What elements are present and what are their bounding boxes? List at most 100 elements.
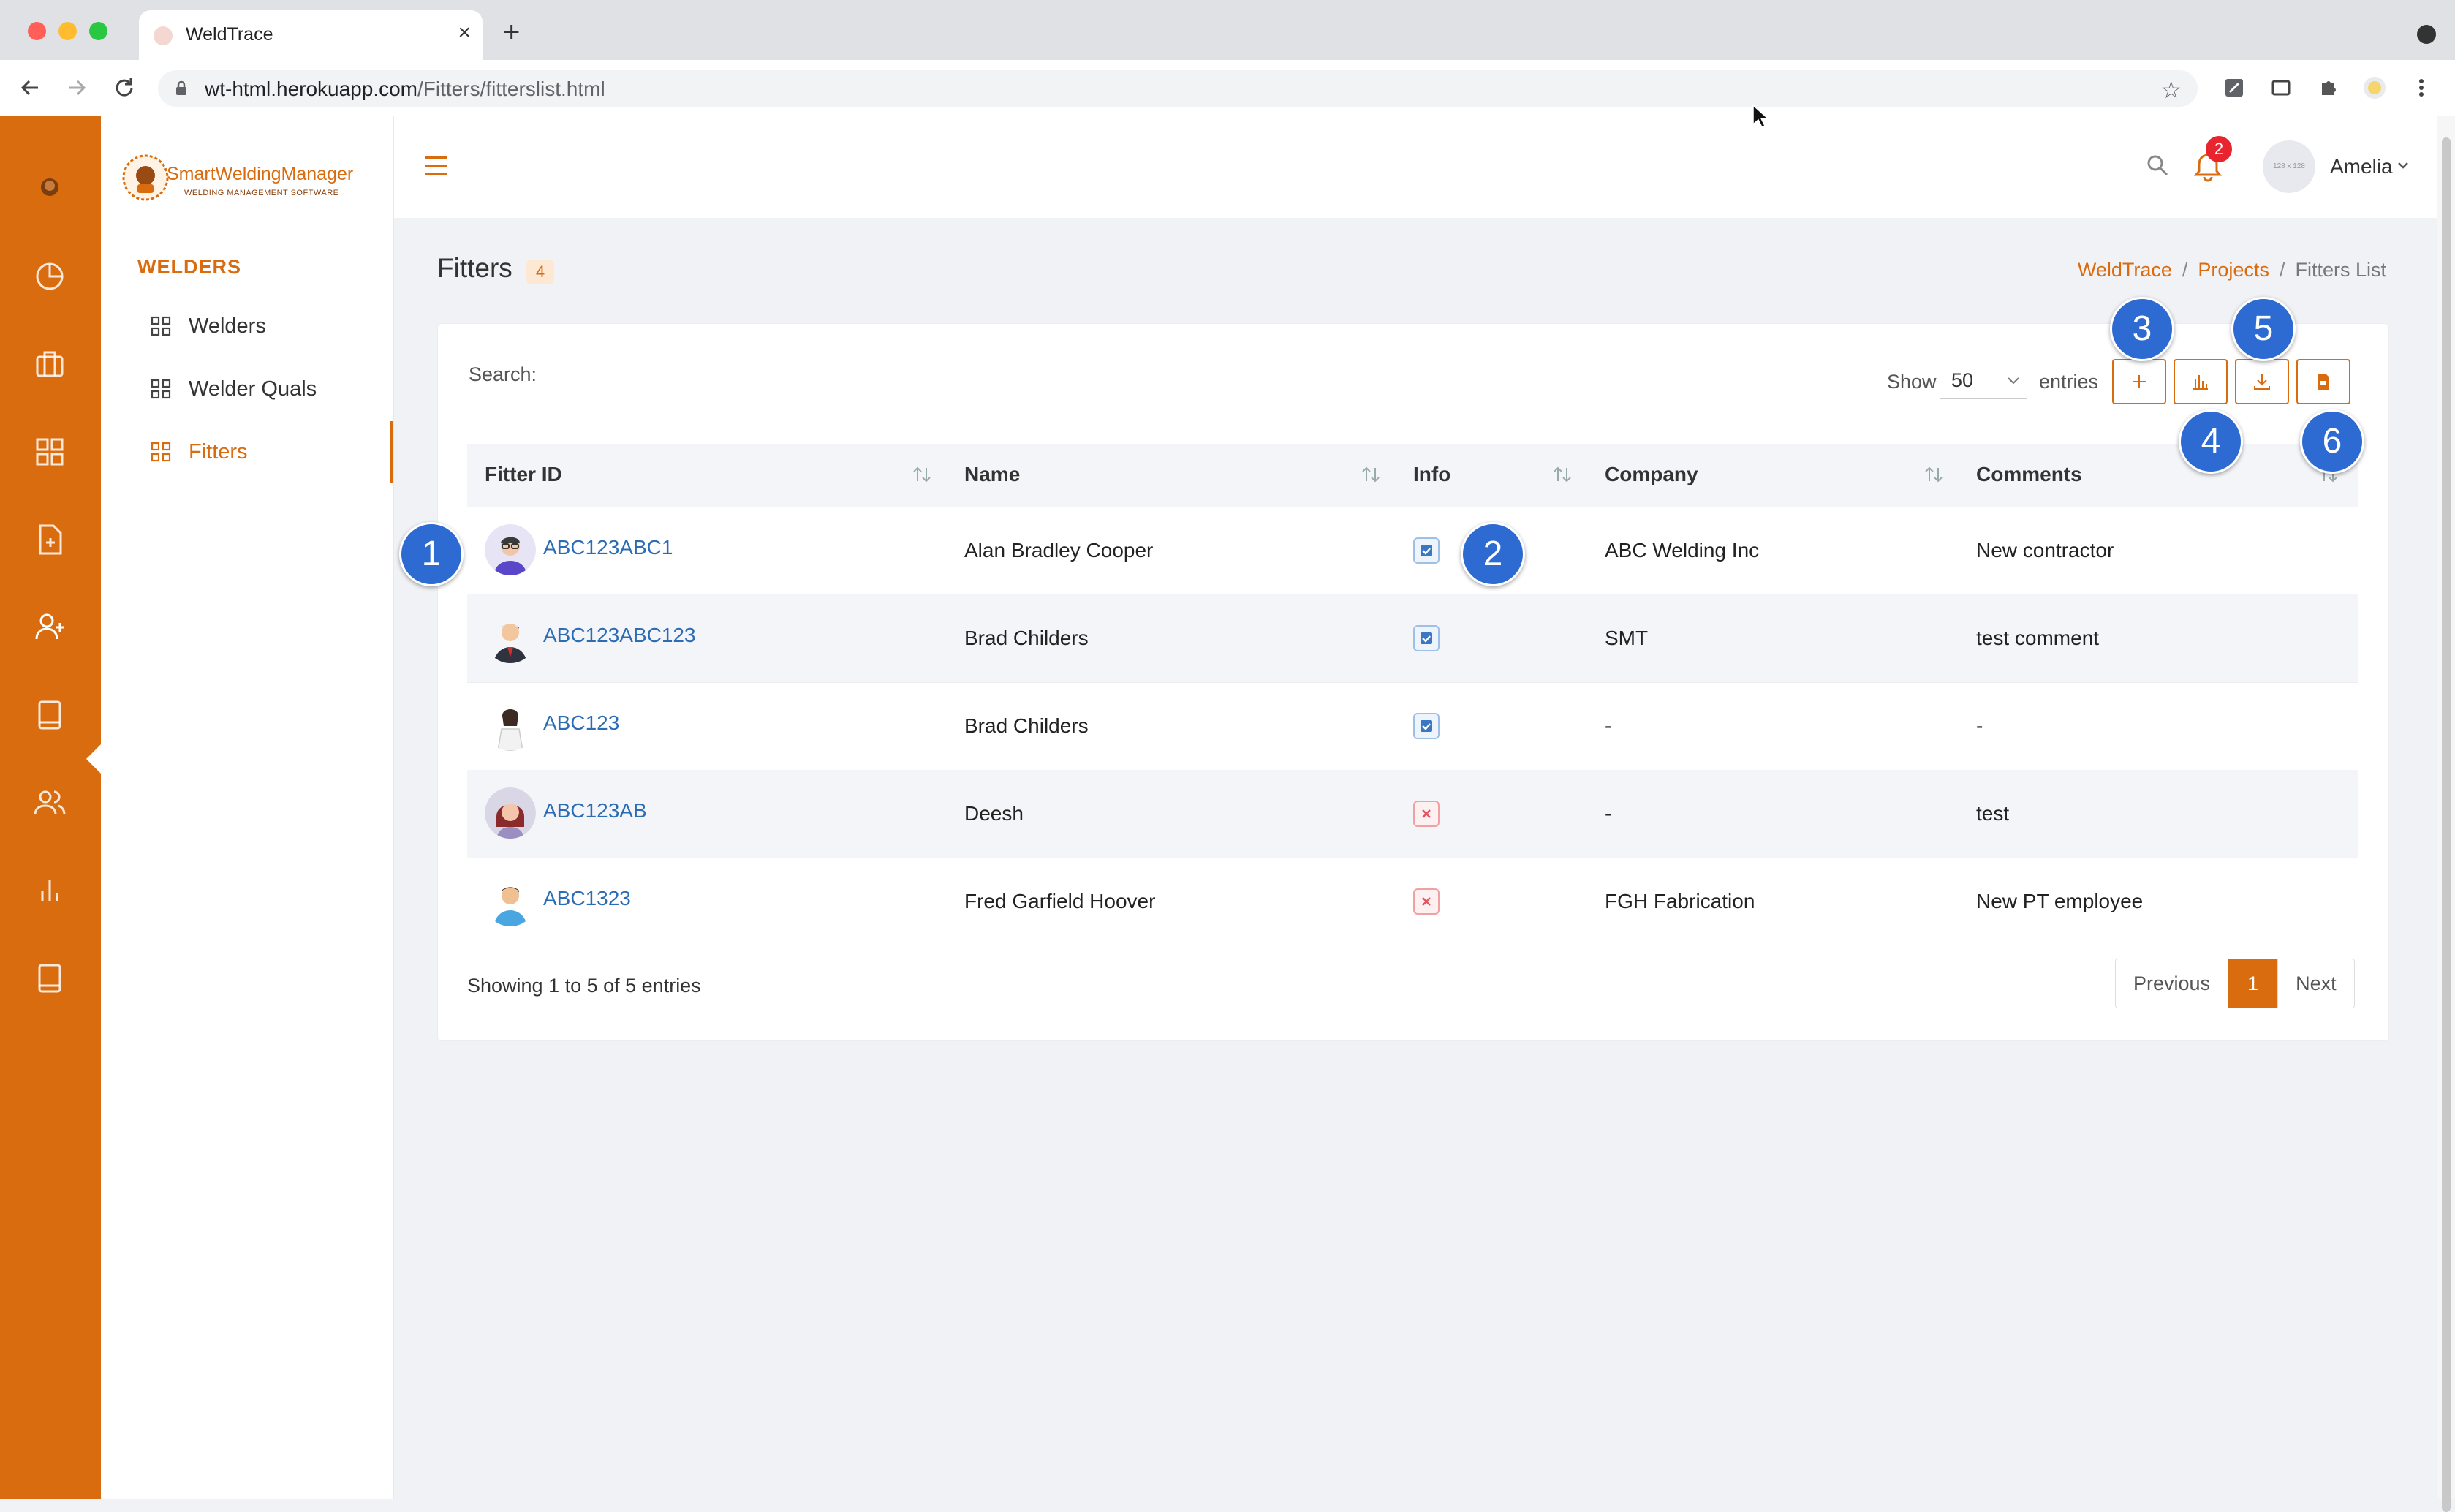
search-input[interactable] xyxy=(540,359,779,390)
fitter-id-link[interactable]: ABC123AB xyxy=(543,799,647,823)
brand-logo[interactable] xyxy=(121,154,170,202)
breadcrumb-projects[interactable]: Projects xyxy=(2198,259,2269,281)
profile-icon[interactable] xyxy=(2363,76,2386,99)
url-field[interactable]: wt-html.herokuapp.com/Fitters/fitterslis… xyxy=(158,70,2198,107)
checkbox-icon xyxy=(1421,720,1432,732)
entries-select[interactable]: 50 xyxy=(1940,362,2027,399)
search-icon[interactable] xyxy=(2146,154,2169,177)
hamburger-menu-icon[interactable] xyxy=(423,155,448,177)
user-add-icon[interactable] xyxy=(31,608,69,646)
column-header-company[interactable]: Company xyxy=(1605,463,1698,486)
document-add-icon[interactable] xyxy=(31,521,69,559)
tab-title: WeldTrace xyxy=(186,24,273,45)
address-bar: wt-html.herokuapp.com/Fitters/fitterslis… xyxy=(0,60,2455,116)
chevron-down-icon xyxy=(2008,377,2019,385)
puzzle-icon[interactable] xyxy=(2316,76,2339,99)
column-header-name[interactable]: Name xyxy=(964,463,1020,486)
reload-icon[interactable] xyxy=(110,73,139,102)
top-bar: 2 128 x 128 Amelia xyxy=(394,116,2455,218)
grid-icon xyxy=(151,442,171,462)
pagination-previous-button[interactable]: Previous xyxy=(2116,959,2229,1008)
comments: New contractor xyxy=(1976,539,2114,562)
avatar xyxy=(485,787,536,839)
info-checked-icon[interactable] xyxy=(1413,713,1440,739)
table-summary: Showing 1 to 5 of 5 entries xyxy=(467,975,701,997)
lock-icon xyxy=(176,80,186,95)
scrollbar-thumb[interactable] xyxy=(2442,137,2451,1512)
x-icon xyxy=(1422,809,1431,818)
new-tab-icon[interactable]: + xyxy=(503,18,520,47)
fitter-id-link[interactable]: ABC123ABC123 xyxy=(543,624,696,647)
sort-icon[interactable] xyxy=(1552,466,1573,483)
column-header-info[interactable]: Info xyxy=(1413,463,1450,486)
fitter-name: Brad Childers xyxy=(964,627,1089,649)
entries-label: entries xyxy=(2039,371,2099,393)
plus-icon xyxy=(2133,375,2146,388)
bookmark-star-icon[interactable]: ☆ xyxy=(2160,76,2182,104)
comments: New PT employee xyxy=(1976,890,2144,912)
sidebar-item-welders[interactable]: Welders xyxy=(101,295,393,357)
comments: test comment xyxy=(1976,627,2100,649)
pie-chart-icon[interactable] xyxy=(31,257,69,295)
avatar xyxy=(485,524,536,575)
pagination-next-button[interactable]: Next xyxy=(2278,959,2354,1008)
download-button[interactable] xyxy=(2235,359,2289,404)
page-scrollbar[interactable] xyxy=(2437,116,2455,1512)
pagination-page-button[interactable]: 1 xyxy=(2228,959,2279,1008)
sidebar-heading: WELDERS xyxy=(137,256,241,278)
sort-icon[interactable] xyxy=(1923,466,1944,483)
chevron-down-icon[interactable] xyxy=(2397,161,2409,170)
info-unchecked-icon[interactable] xyxy=(1413,888,1440,915)
export-pdf-button[interactable] xyxy=(2296,359,2350,404)
sort-icon[interactable] xyxy=(1361,466,1381,483)
maximize-window-button[interactable] xyxy=(89,22,107,40)
browser-tab[interactable]: WeldTrace × xyxy=(139,10,483,60)
forward-icon[interactable] xyxy=(61,73,91,102)
extension-icon[interactable] xyxy=(2223,76,2246,99)
sidebar-item-welder-quals[interactable]: Welder Quals xyxy=(101,358,393,420)
company: - xyxy=(1605,714,1612,737)
dashboard-grid-icon[interactable] xyxy=(31,433,69,471)
grid-icon xyxy=(151,379,171,399)
column-header-comments[interactable]: Comments xyxy=(1976,463,2082,486)
info-checked-icon[interactable] xyxy=(1413,625,1440,651)
tab-search-icon[interactable] xyxy=(2417,25,2436,44)
users-icon[interactable] xyxy=(31,784,69,822)
logo-icon[interactable] xyxy=(31,168,69,206)
tab-close-icon[interactable]: × xyxy=(458,22,471,44)
table-header: Fitter ID Name Info Company Comments xyxy=(467,444,2358,507)
column-header-fitter-id[interactable]: Fitter ID xyxy=(485,463,562,486)
info-unchecked-icon[interactable] xyxy=(1413,801,1440,827)
user-name[interactable]: Amelia xyxy=(2330,155,2393,178)
bar-chart-icon[interactable] xyxy=(31,872,69,910)
chrome-menu-icon[interactable] xyxy=(2410,76,2433,99)
back-icon[interactable] xyxy=(16,73,45,102)
sort-icon[interactable] xyxy=(912,466,932,483)
fitter-id-link[interactable]: ABC123ABC1 xyxy=(543,536,673,559)
book-icon[interactable] xyxy=(31,696,69,734)
minimize-window-button[interactable] xyxy=(58,22,77,40)
grid-icon xyxy=(151,316,171,336)
sidebar: SmartWeldingManager WELDING MANAGEMENT S… xyxy=(101,116,394,1499)
table-row: ABC1323 Fred Garfield Hoover FGH Fabrica… xyxy=(467,858,2358,945)
fitter-id-link[interactable]: ABC1323 xyxy=(543,887,631,910)
fitter-name: Alan Bradley Cooper xyxy=(964,539,1154,562)
search-label: Search: xyxy=(469,363,537,385)
annotation-marker-3: 3 xyxy=(2110,297,2174,361)
add-fitter-button[interactable] xyxy=(2112,359,2166,404)
table-row: ABC123 Brad Childers - - xyxy=(467,682,2358,771)
fitter-id-link[interactable]: ABC123 xyxy=(543,711,619,735)
sidebar-item-fitters[interactable]: Fitters xyxy=(101,421,393,483)
screenshot-icon[interactable] xyxy=(2269,76,2293,99)
breadcrumb-current: Fitters List xyxy=(2295,259,2386,281)
pagination: Previous 1 Next xyxy=(2115,959,2355,1008)
briefcase-icon[interactable] xyxy=(31,345,69,383)
breadcrumb-weldtrace[interactable]: WeldTrace xyxy=(2078,259,2172,281)
book-icon[interactable] xyxy=(31,959,69,997)
info-checked-icon[interactable] xyxy=(1413,537,1440,564)
count-badge: 4 xyxy=(526,260,554,284)
close-window-button[interactable] xyxy=(28,22,46,40)
url-host: wt-html.herokuapp.com xyxy=(205,78,418,100)
avatar[interactable]: 128 x 128 xyxy=(2263,140,2315,193)
report-button[interactable] xyxy=(2174,359,2228,404)
